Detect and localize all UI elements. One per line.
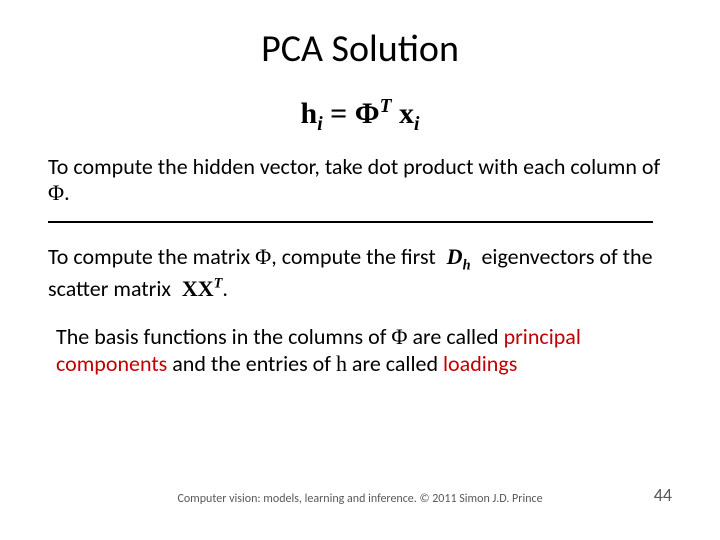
slide: PCA Solution hi = ΦT xi To compute the h…: [0, 0, 720, 540]
para2-phi: Φ: [255, 244, 271, 269]
para3-h: h: [336, 351, 347, 376]
para2-XXT-X1: X: [182, 276, 198, 301]
eq-x-sub: i: [414, 114, 419, 135]
para2-XXT: XXT: [182, 276, 223, 301]
para3-text-b: are called: [408, 323, 504, 350]
para2-text-b: , compute the first: [271, 243, 440, 270]
para1-phi: Φ: [48, 180, 64, 205]
eq-h-sub: i: [317, 114, 322, 135]
para2-Dh-h: h: [463, 257, 471, 273]
para1-text-b: .: [64, 179, 70, 206]
para2-Dh-D: D: [447, 244, 463, 269]
eq-eq: =: [330, 97, 355, 130]
para3-phi: Φ: [391, 324, 407, 349]
page-number: 44: [654, 484, 672, 506]
slide-title: PCA Solution: [48, 26, 672, 72]
para2-XXT-X2: X: [198, 276, 214, 301]
para-3: The basis functions in the columns of Φ …: [56, 323, 672, 378]
para3-text-c: and the entries of: [167, 350, 336, 377]
footer-text: Computer vision: models, learning and in…: [0, 492, 720, 506]
eq-h: h: [301, 97, 318, 130]
para3-text-d: are called: [347, 350, 443, 377]
para1-text-a: To compute the hidden vector, take dot p…: [48, 153, 660, 180]
para2-Dh: Dh: [447, 244, 471, 269]
divider: [48, 221, 653, 223]
para2-text-a: To compute the matrix: [48, 243, 255, 270]
para3-text-a: The basis functions in the columns of: [56, 323, 391, 350]
para-1: To compute the hidden vector, take dot p…: [48, 154, 672, 207]
equation: hi = ΦT xi: [48, 96, 672, 136]
eq-phi: Φ: [355, 97, 380, 130]
eq-phi-sup: T: [380, 96, 392, 117]
eq-x: x: [399, 97, 414, 130]
para-2: To compute the matrix Φ, compute the fir…: [48, 243, 672, 303]
para3-loadings: loadings: [443, 350, 517, 377]
para2-text-d: .: [222, 275, 228, 302]
